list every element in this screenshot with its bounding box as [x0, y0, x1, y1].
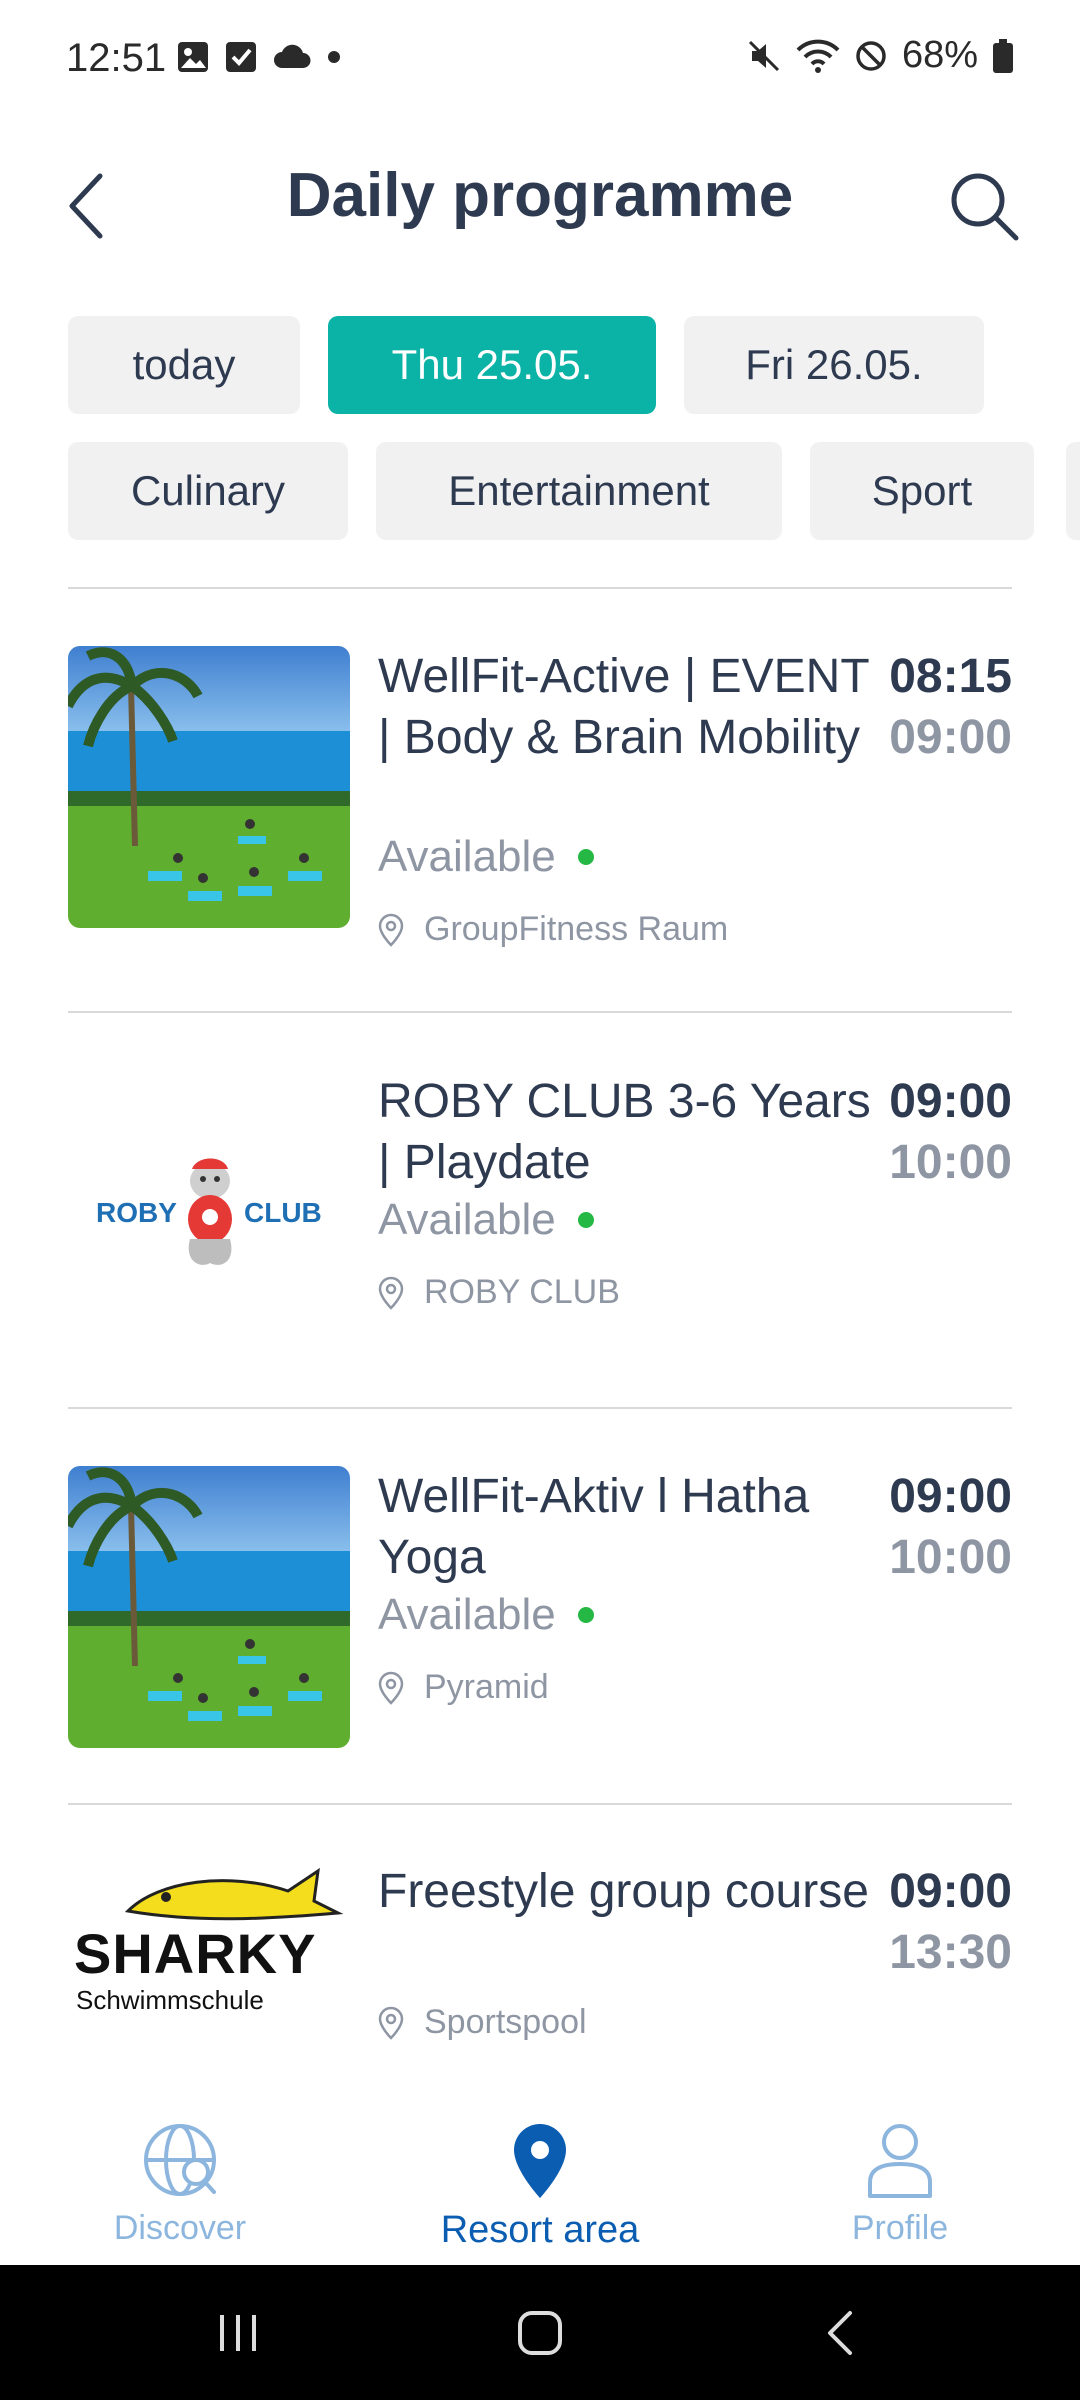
event-end-time: 09:00 [889, 711, 1012, 764]
event-end-time: 10:00 [889, 1531, 1012, 1584]
available-dot-icon [577, 1212, 594, 1228]
available-dot-icon [577, 1607, 594, 1623]
location-pin-icon [378, 913, 404, 947]
date-filter-row: today Thu 25.05. Fri 26.05. [68, 316, 984, 414]
seal-mascot-icon [188, 1158, 232, 1265]
nav-label: Discover [113, 2209, 247, 2247]
location-pin-icon [378, 1671, 404, 1705]
date-chip-today[interactable]: today [68, 316, 300, 414]
status-time: 12:51 [66, 36, 167, 80]
home-button[interactable] [510, 2303, 570, 2363]
nav-resort-area[interactable]: Resort area [390, 2120, 690, 2252]
header: Daily programme [0, 140, 1080, 260]
event-start-time: 09:00 [889, 1075, 1012, 1128]
divider [68, 587, 1012, 589]
location-label: Pyramid [424, 1668, 549, 1706]
back-icon [828, 2311, 852, 2355]
search-icon [951, 173, 1019, 241]
location-pin-icon [514, 2124, 566, 2198]
category-filter-row: Culinary Entertainment Sport [68, 442, 1034, 540]
wifi-icon [796, 39, 840, 73]
system-navigation-bar [0, 2265, 1080, 2400]
event-times: 08:15 09:00 [889, 646, 1012, 768]
globe-icon [144, 2124, 216, 2196]
logo-text-left: ROBY [96, 1197, 177, 1228]
event-item[interactable]: WellFit-Active | EVENT | Body & Brain Mo… [68, 646, 1012, 966]
person-icon [868, 2124, 932, 2198]
battery-percentage: 68% [901, 34, 978, 76]
logo-text-right: CLUB [244, 1197, 322, 1228]
availability-label: Available [378, 1590, 556, 1639]
notification-icons [176, 40, 342, 74]
roby-club-logo: ROBY CLUB [68, 1071, 350, 1353]
available-dot-icon [577, 849, 594, 865]
logo-text-main: SHARKY [74, 1922, 317, 1985]
date-chip-fri[interactable]: Fri 26.05. [684, 316, 984, 414]
nav-label: Profile [851, 2209, 949, 2247]
event-start-time: 09:00 [889, 1470, 1012, 1523]
event-location: GroupFitness Raum [378, 910, 728, 949]
event-location: Pyramid [378, 1668, 549, 1707]
event-item[interactable]: WellFit-Aktiv l Hatha Yoga 09:00 10:00 A… [68, 1466, 1012, 1766]
location-pin-icon [378, 2006, 404, 2040]
event-start-time: 09:00 [889, 1865, 1012, 1918]
checkbox-icon [226, 42, 256, 72]
mute-icon [748, 40, 779, 71]
event-end-time: 13:30 [889, 1926, 1012, 1979]
category-chip-sport[interactable]: Sport [810, 442, 1034, 540]
event-image [68, 646, 350, 928]
location-label: Sportspool [424, 2003, 587, 2041]
divider [68, 1011, 1012, 1013]
bottom-navigation: Discover Resort area Profile [0, 2100, 1080, 2265]
event-times: 09:00 10:00 [889, 1071, 1012, 1193]
availability-label: Available [378, 832, 556, 881]
event-end-time: 10:00 [889, 1136, 1012, 1189]
event-location: ROBY CLUB [378, 1273, 620, 1312]
event-title: ROBY CLUB 3-6 Years | Playdate [378, 1075, 871, 1189]
dot-icon [328, 51, 340, 63]
gallery-icon [178, 42, 208, 72]
recent-apps-icon [220, 2315, 256, 2351]
page-title: Daily programme [286, 161, 794, 230]
event-start-time: 08:15 [889, 650, 1012, 703]
event-title: WellFit-Aktiv l Hatha Yoga [378, 1470, 810, 1584]
battery-icon [993, 38, 1013, 73]
event-availability: Available [378, 1590, 594, 1640]
event-times: 09:00 10:00 [889, 1466, 1012, 1588]
divider [68, 1803, 1012, 1805]
logo-text-sub: Schwimmschule [76, 1985, 264, 2015]
home-icon [518, 2311, 562, 2355]
divider [68, 1407, 1012, 1409]
category-chip-culinary[interactable]: Culinary [68, 442, 348, 540]
event-item[interactable]: SHARKY Schwimmschule Freestyle group cou… [68, 1861, 1012, 2101]
category-chip-overflow[interactable] [1066, 442, 1080, 540]
nav-discover[interactable]: Discover [30, 2120, 330, 2248]
status-bar: 12:51 68% [0, 0, 1080, 120]
nav-label: Resort area [440, 2209, 640, 2251]
event-item[interactable]: ROBY CLUB ROBY CLUB 3-6 Years | Playdate… [68, 1071, 1012, 1371]
date-chip-thu[interactable]: Thu 25.05. [328, 316, 656, 414]
sharky-logo: SHARKY Schwimmschule [68, 1861, 350, 2081]
event-availability: Available [378, 1195, 594, 1245]
nav-profile[interactable]: Profile [750, 2120, 1050, 2248]
search-button[interactable] [944, 166, 1024, 246]
availability-label: Available [378, 1195, 556, 1244]
category-chip-entertainment[interactable]: Entertainment [376, 442, 782, 540]
event-times: 09:00 13:30 [889, 1861, 1012, 1983]
location-pin-icon [378, 1276, 404, 1310]
system-back-button[interactable] [812, 2303, 872, 2363]
event-title: Freestyle group course [378, 1865, 869, 1918]
status-right-icons: 68% [746, 34, 1014, 77]
event-image [68, 1466, 350, 1748]
event-availability: Available [378, 832, 594, 882]
location-label: ROBY CLUB [424, 1273, 620, 1311]
event-location: Sportspool [378, 2003, 587, 2042]
recent-apps-button[interactable] [208, 2303, 268, 2363]
cloud-icon [274, 44, 311, 68]
event-title: WellFit-Active | EVENT | Body & Brain Mo… [378, 650, 869, 764]
dnd-icon [856, 40, 886, 71]
location-label: GroupFitness Raum [424, 910, 729, 948]
